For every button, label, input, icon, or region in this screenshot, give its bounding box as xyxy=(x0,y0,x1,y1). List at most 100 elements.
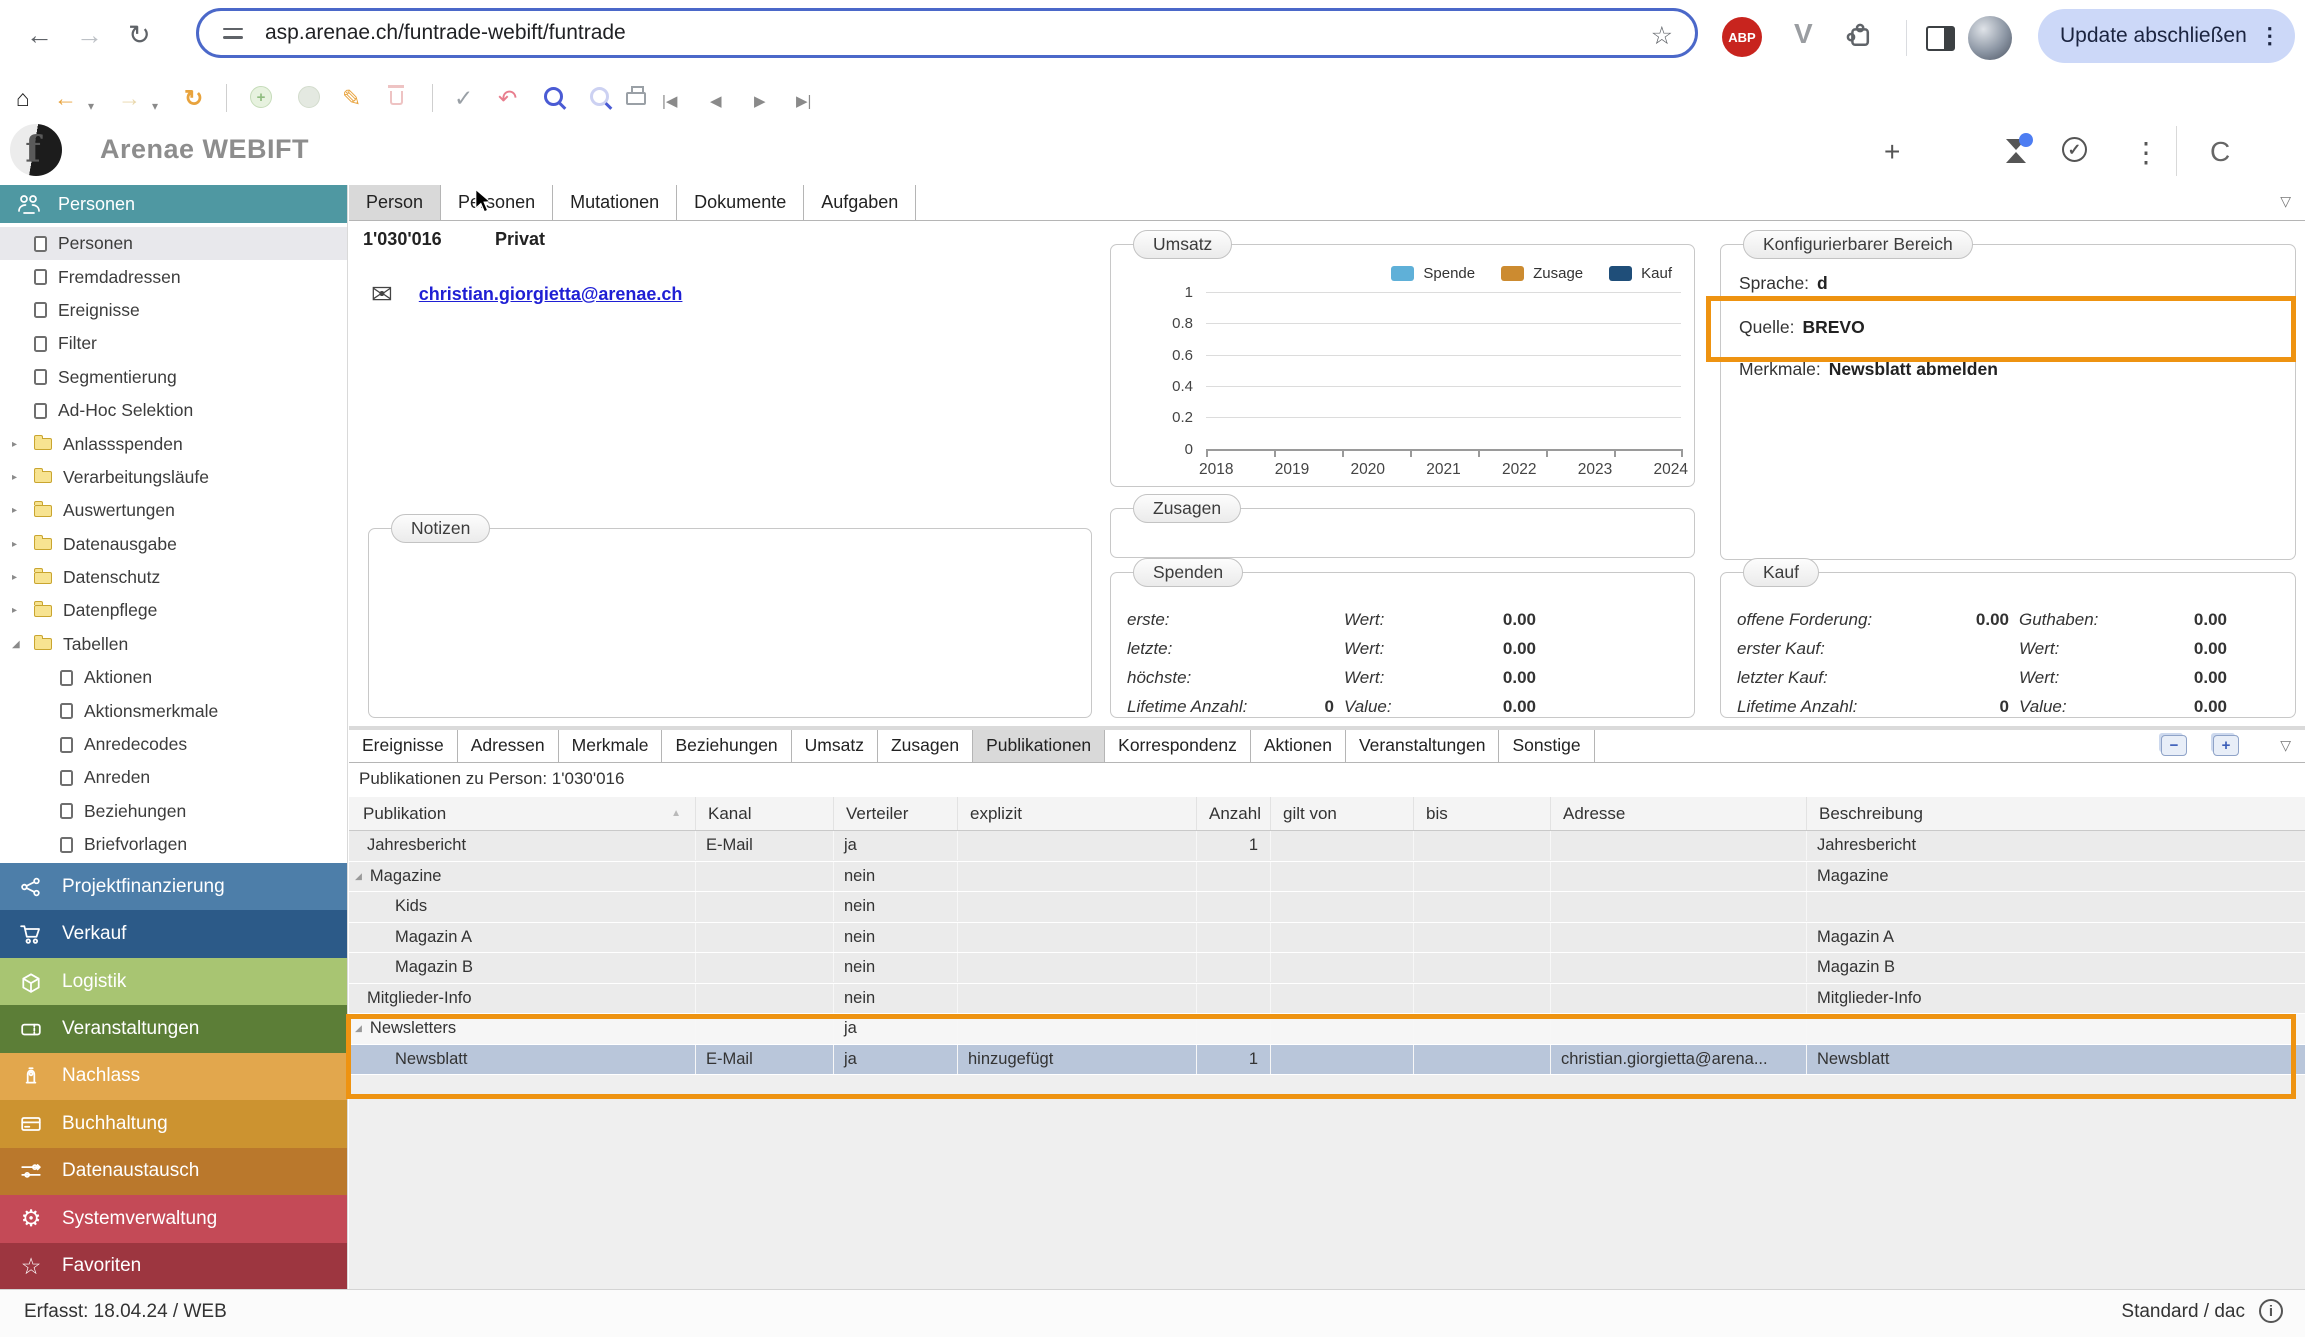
sidebar-module-personen[interactable]: Personen xyxy=(0,185,347,223)
table-row-jahresbericht[interactable]: Jahresbericht E-Mail ja 1 Jahresbericht xyxy=(349,831,2305,862)
tab-publikationen[interactable]: Publikationen xyxy=(973,730,1105,762)
browser-reload-icon[interactable]: ↻ xyxy=(128,20,151,51)
tab-aufgaben[interactable]: Aufgaben xyxy=(804,185,916,220)
delete-trash-icon[interactable] xyxy=(390,91,403,105)
browser-forward-icon[interactable]: → xyxy=(76,20,103,51)
sort-asc-icon[interactable]: ▲ xyxy=(671,797,681,830)
detail-strip-dropdown-icon[interactable]: ▽ xyxy=(2280,737,2291,754)
table-row-newsblatt-selected[interactable]: Newsblatt E-Mail ja hinzugefügt 1 christ… xyxy=(349,1045,2305,1076)
module-systemverwaltung[interactable]: ⚙ Systemverwaltung xyxy=(0,1195,347,1242)
module-logistik[interactable]: Logistik xyxy=(0,958,347,1005)
table-row-magazin-b[interactable]: Magazin B nein Magazin B xyxy=(349,953,2305,984)
collapse-arrow-icon[interactable]: ▸ xyxy=(12,572,23,583)
group-expand-icon[interactable]: ◢ xyxy=(355,1014,362,1043)
browser-profile-avatar[interactable] xyxy=(1968,16,2012,60)
home-icon[interactable]: ⌂ xyxy=(16,84,30,112)
url-text[interactable]: asp.arenae.ch/funtrade-webift/funtrade xyxy=(265,21,626,45)
collapse-panel-icon[interactable]: − xyxy=(2161,735,2187,756)
tree-item-verarbeitungslaeufe[interactable]: ▸Verarbeitungsläufe xyxy=(0,461,347,494)
refresh-icon[interactable]: ↻ xyxy=(184,84,203,112)
expand-arrow-icon[interactable]: ◢ xyxy=(12,639,23,650)
tree-item-adhoc-selektion[interactable]: Ad-Hoc Selektion xyxy=(0,394,347,427)
module-nachlass[interactable]: Nachlass xyxy=(0,1053,347,1100)
table-row-magazin-a[interactable]: Magazin A nein Magazin A xyxy=(349,923,2305,954)
notizen-panel[interactable]: Notizen xyxy=(368,528,1092,718)
tab-umsatz[interactable]: Umsatz xyxy=(792,730,878,762)
tree-item-fremdadressen[interactable]: Fremdadressen xyxy=(0,260,347,293)
tree-item-datenpflege[interactable]: ▸Datenpflege xyxy=(0,594,347,627)
tab-mutationen[interactable]: Mutationen xyxy=(553,185,677,220)
col-bis[interactable]: bis xyxy=(1413,797,1550,830)
extensions-puzzle-icon[interactable] xyxy=(1844,21,1872,54)
module-favoriten[interactable]: ☆ Favoriten xyxy=(0,1243,347,1290)
tree-item-datenausgabe[interactable]: ▸Datenausgabe xyxy=(0,528,347,561)
col-anzahl[interactable]: Anzahl xyxy=(1196,797,1270,830)
collapse-arrow-icon[interactable]: ▸ xyxy=(12,439,23,450)
tree-item-tabellen[interactable]: ◢Tabellen xyxy=(0,628,347,661)
update-button[interactable]: Update abschließen ⋮ xyxy=(2038,9,2295,63)
browser-back-icon[interactable]: ← xyxy=(26,20,53,51)
info-icon[interactable]: i xyxy=(2259,1299,2283,1323)
tree-item-anreden[interactable]: Anreden xyxy=(0,761,347,794)
col-publikation[interactable]: Publikation▲ xyxy=(349,797,695,830)
table-row-newsletters[interactable]: ◢Newsletters ja xyxy=(349,1014,2305,1045)
search-icon[interactable] xyxy=(544,87,563,106)
new-icon[interactable]: + xyxy=(1884,136,1900,168)
v-extension-icon[interactable]: V xyxy=(1794,18,1813,50)
col-beschreibung[interactable]: Beschreibung xyxy=(1806,797,2305,830)
nav-last-icon[interactable]: ▶| xyxy=(796,88,811,116)
tree-item-filter[interactable]: Filter xyxy=(0,327,347,360)
tree-item-auswertungen[interactable]: ▸Auswertungen xyxy=(0,494,347,527)
col-explizit[interactable]: explizit xyxy=(957,797,1196,830)
print-icon[interactable] xyxy=(626,92,646,105)
bookmark-star-icon[interactable]: ☆ xyxy=(1651,21,1673,51)
tree-item-anlassspenden[interactable]: ▸Anlassspenden xyxy=(0,427,347,460)
module-projektfinanzierung[interactable]: Projektfinanzierung xyxy=(0,863,347,910)
tab-person[interactable]: Person xyxy=(349,185,441,220)
edit-pencil-icon[interactable]: ✎ xyxy=(342,84,361,112)
undo-icon[interactable]: ↶ xyxy=(498,84,517,112)
tree-item-ereignisse[interactable]: Ereignisse xyxy=(0,294,347,327)
side-panel-icon[interactable] xyxy=(1926,26,1955,51)
back-caret-icon[interactable]: ▾ xyxy=(88,92,94,120)
email-link[interactable]: christian.giorgietta@arenae.ch xyxy=(419,284,683,305)
col-kanal[interactable]: Kanal xyxy=(695,797,833,830)
tab-zusagen[interactable]: Zusagen xyxy=(878,730,973,762)
site-settings-icon[interactable] xyxy=(223,26,243,41)
tree-item-personen[interactable]: Personen xyxy=(0,227,347,260)
group-expand-icon[interactable]: ◢ xyxy=(355,862,362,891)
table-row-kids[interactable]: Kids nein xyxy=(349,892,2305,923)
collapse-arrow-icon[interactable]: ▸ xyxy=(12,605,23,616)
module-veranstaltungen[interactable]: Veranstaltungen xyxy=(0,1005,347,1052)
table-row-magazine[interactable]: ◢Magazine nein Magazine xyxy=(349,862,2305,893)
tree-item-anredecodes[interactable]: Anredecodes xyxy=(0,728,347,761)
tree-item-beziehungen[interactable]: Beziehungen xyxy=(0,795,347,828)
col-verteiler[interactable]: Verteiler xyxy=(833,797,957,830)
history-hourglass-icon[interactable] xyxy=(2006,138,2026,164)
tab-merkmale[interactable]: Merkmale xyxy=(559,730,663,762)
tree-item-briefvorlagen[interactable]: Briefvorlagen xyxy=(0,828,347,861)
collapse-arrow-icon[interactable]: ▸ xyxy=(12,539,23,550)
forward-icon[interactable]: → xyxy=(118,84,141,112)
tree-item-segmentierung[interactable]: Segmentierung xyxy=(0,361,347,394)
forward-caret-icon[interactable]: ▾ xyxy=(152,92,158,120)
tab-aktionen[interactable]: Aktionen xyxy=(1251,730,1346,762)
copy-record-icon[interactable] xyxy=(298,86,320,108)
expand-panel-icon[interactable]: + xyxy=(2213,735,2239,756)
module-verkauf[interactable]: Verkauf xyxy=(0,910,347,957)
tab-dokumente[interactable]: Dokumente xyxy=(677,185,804,220)
tab-sonstige[interactable]: Sonstige xyxy=(1499,730,1594,762)
collapse-arrow-icon[interactable]: ▸ xyxy=(12,472,23,483)
tree-item-aktionen[interactable]: Aktionen xyxy=(0,661,347,694)
adblock-extension-icon[interactable]: ABP xyxy=(1722,17,1762,57)
col-adresse[interactable]: Adresse xyxy=(1550,797,1806,830)
confirm-check-icon[interactable]: ✓ xyxy=(454,84,473,112)
collapse-arrow-icon[interactable]: ▸ xyxy=(12,505,23,516)
tab-korrespondenz[interactable]: Korrespondenz xyxy=(1105,730,1251,762)
tab-veranstaltungen[interactable]: Veranstaltungen xyxy=(1346,730,1500,762)
nav-next-icon[interactable]: ▶ xyxy=(754,88,766,116)
tab-strip-dropdown-icon[interactable]: ▽ xyxy=(2280,193,2291,210)
browser-menu-icon[interactable]: ⋮ xyxy=(2259,23,2281,49)
tasks-check-icon[interactable]: ✓ xyxy=(2062,137,2087,162)
nav-first-icon[interactable]: |◀ xyxy=(662,88,677,116)
